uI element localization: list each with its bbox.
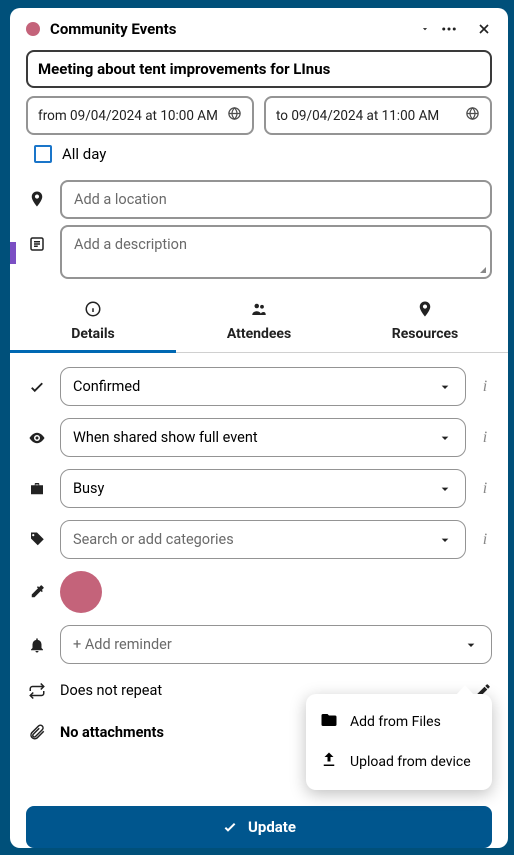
menu-add-from-files[interactable]: Add from Files xyxy=(306,702,492,742)
tag-icon xyxy=(26,531,48,549)
check-icon xyxy=(26,378,48,396)
pin-icon xyxy=(416,300,434,322)
people-icon xyxy=(250,300,268,322)
reminder-placeholder: + Add reminder xyxy=(73,636,172,653)
tab-label: Resources xyxy=(392,326,459,342)
paperclip-icon xyxy=(26,723,48,741)
info-icon[interactable]: i xyxy=(478,429,492,447)
event-editor-panel: Community Events from 09/04/2024 at 10:0… xyxy=(10,8,508,848)
bell-icon xyxy=(26,636,48,654)
globe-icon xyxy=(227,106,242,125)
briefcase-icon xyxy=(26,480,48,498)
info-icon[interactable]: i xyxy=(478,378,492,396)
info-icon[interactable]: i xyxy=(478,531,492,549)
info-icon[interactable]: i xyxy=(478,480,492,498)
tab-details[interactable]: Details xyxy=(10,292,176,352)
reminder-select[interactable]: + Add reminder xyxy=(60,625,492,664)
start-datetime-value: from 09/04/2024 at 10:00 AM xyxy=(38,108,218,124)
info-icon xyxy=(84,300,102,322)
description-icon xyxy=(26,225,48,253)
date-range: from 09/04/2024 at 10:00 AM to 09/04/202… xyxy=(10,96,508,145)
folder-icon xyxy=(320,711,338,733)
eyedropper-icon xyxy=(26,583,48,601)
tab-attendees[interactable]: Attendees xyxy=(176,292,342,352)
menu-item-label: Add from Files xyxy=(350,714,441,730)
end-datetime-value: to 09/04/2024 at 11:00 AM xyxy=(276,108,439,124)
chevron-down-icon xyxy=(437,481,453,497)
all-day-toggle[interactable]: All day xyxy=(10,145,508,177)
chevron-down-icon xyxy=(437,430,453,446)
chevron-down-icon xyxy=(463,637,479,653)
calendar-name-label: Community Events xyxy=(50,20,176,38)
upload-icon xyxy=(320,751,338,773)
start-datetime-input[interactable]: from 09/04/2024 at 10:00 AM xyxy=(26,96,254,135)
tab-label: Details xyxy=(71,326,115,342)
color-picker[interactable] xyxy=(60,571,102,613)
menu-item-label: Upload from device xyxy=(350,754,471,770)
close-button[interactable] xyxy=(476,21,492,37)
visibility-select[interactable]: When shared show full event xyxy=(60,418,466,457)
calendar-color-dot xyxy=(26,22,40,36)
attachment-menu: Add from Files Upload from device xyxy=(306,694,492,790)
repeat-icon xyxy=(26,682,48,700)
calendar-color-bar xyxy=(10,242,16,264)
update-label: Update xyxy=(248,818,296,836)
availability-select[interactable]: Busy xyxy=(60,469,466,508)
location-icon xyxy=(26,180,48,208)
chevron-down-icon[interactable] xyxy=(420,24,430,34)
all-day-checkbox[interactable] xyxy=(34,145,52,163)
status-select[interactable]: Confirmed xyxy=(60,367,466,406)
tabs: Details Attendees Resources xyxy=(10,292,508,353)
check-icon xyxy=(222,819,238,835)
calendar-selector[interactable]: Community Events xyxy=(50,20,410,38)
globe-icon xyxy=(465,106,480,125)
visibility-value: When shared show full event xyxy=(73,429,258,446)
eye-icon xyxy=(26,429,48,447)
event-title-input[interactable] xyxy=(26,50,492,88)
description-input[interactable]: Add a description xyxy=(60,225,492,279)
menu-upload-from-device[interactable]: Upload from device xyxy=(306,742,492,782)
more-menu-button[interactable] xyxy=(440,20,458,38)
tab-label: Attendees xyxy=(227,326,291,342)
availability-value: Busy xyxy=(73,480,104,497)
status-value: Confirmed xyxy=(73,378,140,395)
chevron-down-icon xyxy=(437,532,453,548)
all-day-label: All day xyxy=(62,145,106,163)
header: Community Events xyxy=(10,8,508,46)
end-datetime-input[interactable]: to 09/04/2024 at 11:00 AM xyxy=(264,96,492,135)
update-button[interactable]: Update xyxy=(26,806,492,848)
resize-handle[interactable] xyxy=(480,267,486,273)
tab-resources[interactable]: Resources xyxy=(342,292,508,352)
location-input[interactable]: Add a location xyxy=(60,180,492,219)
description-placeholder: Add a description xyxy=(74,236,187,253)
chevron-down-icon xyxy=(437,379,453,395)
categories-placeholder: Search or add categories xyxy=(73,531,234,548)
categories-select[interactable]: Search or add categories xyxy=(60,520,466,559)
